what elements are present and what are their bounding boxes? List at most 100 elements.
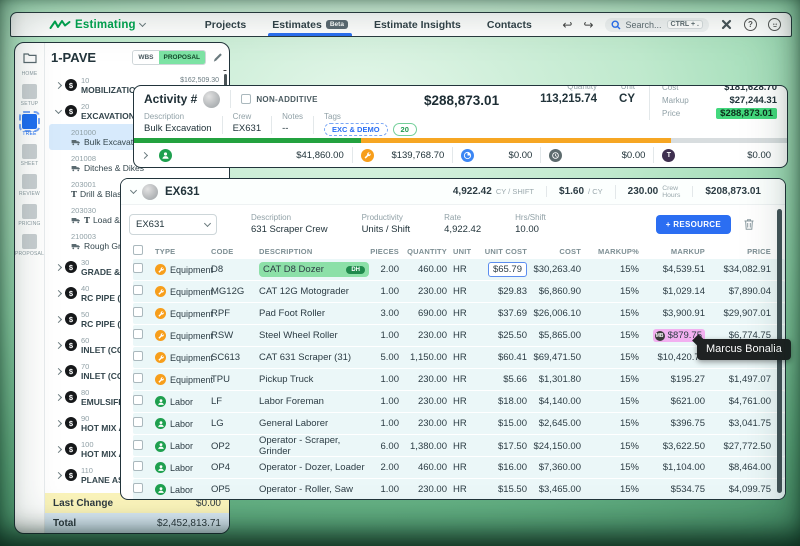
checkbox-icon[interactable]: [241, 94, 251, 104]
col-pieces[interactable]: PIECES: [369, 247, 405, 256]
unit-cost-input[interactable]: $65.79: [488, 262, 527, 277]
row-checkbox[interactable]: [133, 440, 143, 450]
col-markup[interactable]: MARKUP: [645, 247, 711, 256]
col-markup%[interactable]: MARKUP%: [587, 247, 645, 256]
summary-labor[interactable]: $41,860.00: [151, 147, 352, 163]
edit-icon[interactable]: [212, 52, 223, 63]
nav-projects[interactable]: Projects: [205, 13, 246, 36]
help-icon[interactable]: ?: [744, 18, 757, 31]
crew-select[interactable]: EX631: [129, 214, 217, 235]
chevron-right-icon[interactable]: [53, 291, 63, 296]
resource-row-RSW[interactable]: EquipmentRSWSteel Wheel Roller1.00230.00…: [133, 325, 785, 346]
resource-row-TPU[interactable]: EquipmentTPUPickup Truck1.00230.00HR$5.6…: [133, 369, 785, 390]
summary-material[interactable]: $0.00: [452, 147, 540, 163]
resource-row-LG[interactable]: LaborLGGeneral Laborer1.00230.00HR$15.00…: [133, 413, 785, 434]
summary-other[interactable]: T$0.00: [653, 147, 779, 163]
chevron-right-icon[interactable]: [141, 151, 148, 158]
nav-contacts[interactable]: Contacts: [487, 13, 532, 36]
row-checkbox[interactable]: [133, 263, 143, 273]
resource-unit-cost[interactable]: $60.41: [481, 352, 533, 363]
resource-unit-cost[interactable]: $16.00: [481, 462, 533, 473]
chevron-right-icon[interactable]: [53, 83, 63, 88]
activity-description-field[interactable]: Description Bulk Excavation: [144, 112, 212, 134]
row-checkbox[interactable]: [133, 307, 143, 317]
crew-description-field[interactable]: Description 631 Scraper Crew: [251, 213, 328, 235]
resource-unit-cost[interactable]: $17.50: [481, 441, 533, 452]
resource-row-OP4[interactable]: LaborOP4Operator - Dozer, Loader2.00460.…: [133, 457, 785, 478]
wbs-proposal-toggle[interactable]: WBS PROPOSAL: [132, 50, 206, 65]
activity-quantity[interactable]: Quantity 113,215.74: [540, 85, 597, 105]
select-all-checkbox[interactable]: [133, 245, 143, 255]
chevron-right-icon[interactable]: [53, 473, 63, 478]
crew-productivity-field[interactable]: Productivity Units / Shift: [362, 213, 411, 235]
undo-icon[interactable]: ↩: [562, 19, 572, 31]
chevron-down-icon[interactable]: [53, 110, 63, 113]
summary-equipment[interactable]: $139,768.70: [352, 147, 453, 163]
col-unit[interactable]: UNIT: [453, 247, 481, 256]
row-checkbox[interactable]: [133, 395, 143, 405]
resource-row-OP2[interactable]: LaborOP2Operator - Scraper, Grinder6.001…: [133, 435, 785, 456]
resource-row-MG12G[interactable]: EquipmentMG12GCAT 12G Motograder1.00230.…: [133, 281, 785, 302]
row-checkbox[interactable]: [133, 461, 143, 471]
resource-row-OP5[interactable]: LaborOP5Operator - Roller, Saw1.00230.00…: [133, 479, 785, 500]
activity-unit[interactable]: Unit CY: [619, 85, 635, 105]
resource-row-RPF[interactable]: EquipmentRPFPad Foot Roller3.00690.00HR$…: [133, 303, 785, 324]
rail-item-tree[interactable]: TREE: [22, 114, 37, 137]
tag-pill[interactable]: 20: [393, 123, 417, 136]
resource-unit-cost[interactable]: $25.50: [481, 330, 533, 341]
activity-tags-field[interactable]: Tags EXC & DEMO20: [324, 112, 417, 136]
resource-unit-cost[interactable]: $65.79: [481, 262, 533, 277]
chevron-right-icon[interactable]: [53, 317, 63, 322]
row-checkbox[interactable]: [133, 329, 143, 339]
col-description[interactable]: DESCRIPTION: [259, 247, 369, 256]
rail-item-home[interactable]: HOME: [22, 51, 38, 77]
chevron-down-icon[interactable]: [139, 20, 146, 27]
col-price[interactable]: PRICE: [711, 247, 777, 256]
col-cost[interactable]: COST: [533, 247, 587, 256]
nav-estimates[interactable]: EstimatesBeta: [272, 13, 348, 36]
chevron-right-icon[interactable]: [53, 447, 63, 452]
resource-unit-cost[interactable]: $37.69: [481, 308, 533, 319]
redo-icon[interactable]: ↪: [583, 19, 593, 31]
chevron-down-icon[interactable]: [130, 187, 137, 194]
col-quantity[interactable]: QUANTITY: [405, 247, 453, 256]
resource-unit-cost[interactable]: $18.00: [481, 396, 533, 407]
crew-avatar[interactable]: [142, 184, 158, 200]
search-input[interactable]: Search... CTRL + .: [605, 18, 710, 32]
row-checkbox[interactable]: [133, 417, 143, 427]
col-type[interactable]: TYPE: [155, 247, 211, 256]
col-unit-cost[interactable]: UNIT COST: [481, 247, 533, 256]
activity-notes-field[interactable]: Notes --: [282, 112, 303, 134]
add-resource-button[interactable]: + RESOURCE: [656, 215, 731, 234]
rail-item-pricing[interactable]: PRICING: [18, 204, 40, 227]
chevron-right-icon[interactable]: [53, 265, 63, 270]
crew-hrs-field[interactable]: Hrs/Shift 10.00: [515, 213, 546, 235]
rail-item-setup[interactable]: SETUP: [21, 84, 39, 107]
tag-pill[interactable]: EXC & DEMO: [324, 123, 388, 136]
resource-unit-cost[interactable]: $15.50: [481, 484, 533, 495]
row-checkbox[interactable]: [133, 351, 143, 361]
row-checkbox[interactable]: [133, 285, 143, 295]
trash-icon[interactable]: [743, 218, 755, 231]
chevron-right-icon[interactable]: [53, 369, 63, 374]
row-checkbox[interactable]: [133, 483, 143, 493]
resource-unit-cost[interactable]: $29.83: [481, 286, 533, 297]
rail-item-proposal[interactable]: PROPOSAL: [15, 234, 44, 257]
activity-crew-field[interactable]: Crew EX631: [233, 112, 262, 134]
resource-row-D8[interactable]: EquipmentD8CAT D8 DozerDH2.00460.00HR$65…: [133, 259, 785, 280]
chevron-right-icon[interactable]: [53, 421, 63, 426]
resource-row-LF[interactable]: LaborLFLabor Foreman1.00230.00HR$18.00$4…: [133, 391, 785, 412]
crew-rate-field[interactable]: Rate 4,922.42: [444, 213, 481, 235]
resource-row-SC613[interactable]: EquipmentSC613CAT 631 Scraper (31)5.001,…: [133, 347, 785, 368]
chevron-right-icon[interactable]: [53, 343, 63, 348]
chevron-right-icon[interactable]: [53, 395, 63, 400]
app-logo[interactable]: Estimating: [49, 19, 145, 31]
summary-sub[interactable]: $0.00: [540, 147, 653, 163]
resource-unit-cost[interactable]: $15.00: [481, 418, 533, 429]
resource-unit-cost[interactable]: $5.66: [481, 374, 533, 385]
toggle-proposal[interactable]: PROPOSAL: [159, 51, 205, 64]
activity-avatar[interactable]: [203, 91, 220, 108]
col-code[interactable]: CODE: [211, 247, 259, 256]
tools-icon[interactable]: [720, 18, 733, 31]
non-additive-checkbox[interactable]: NON-ADDITIVE: [241, 94, 317, 104]
